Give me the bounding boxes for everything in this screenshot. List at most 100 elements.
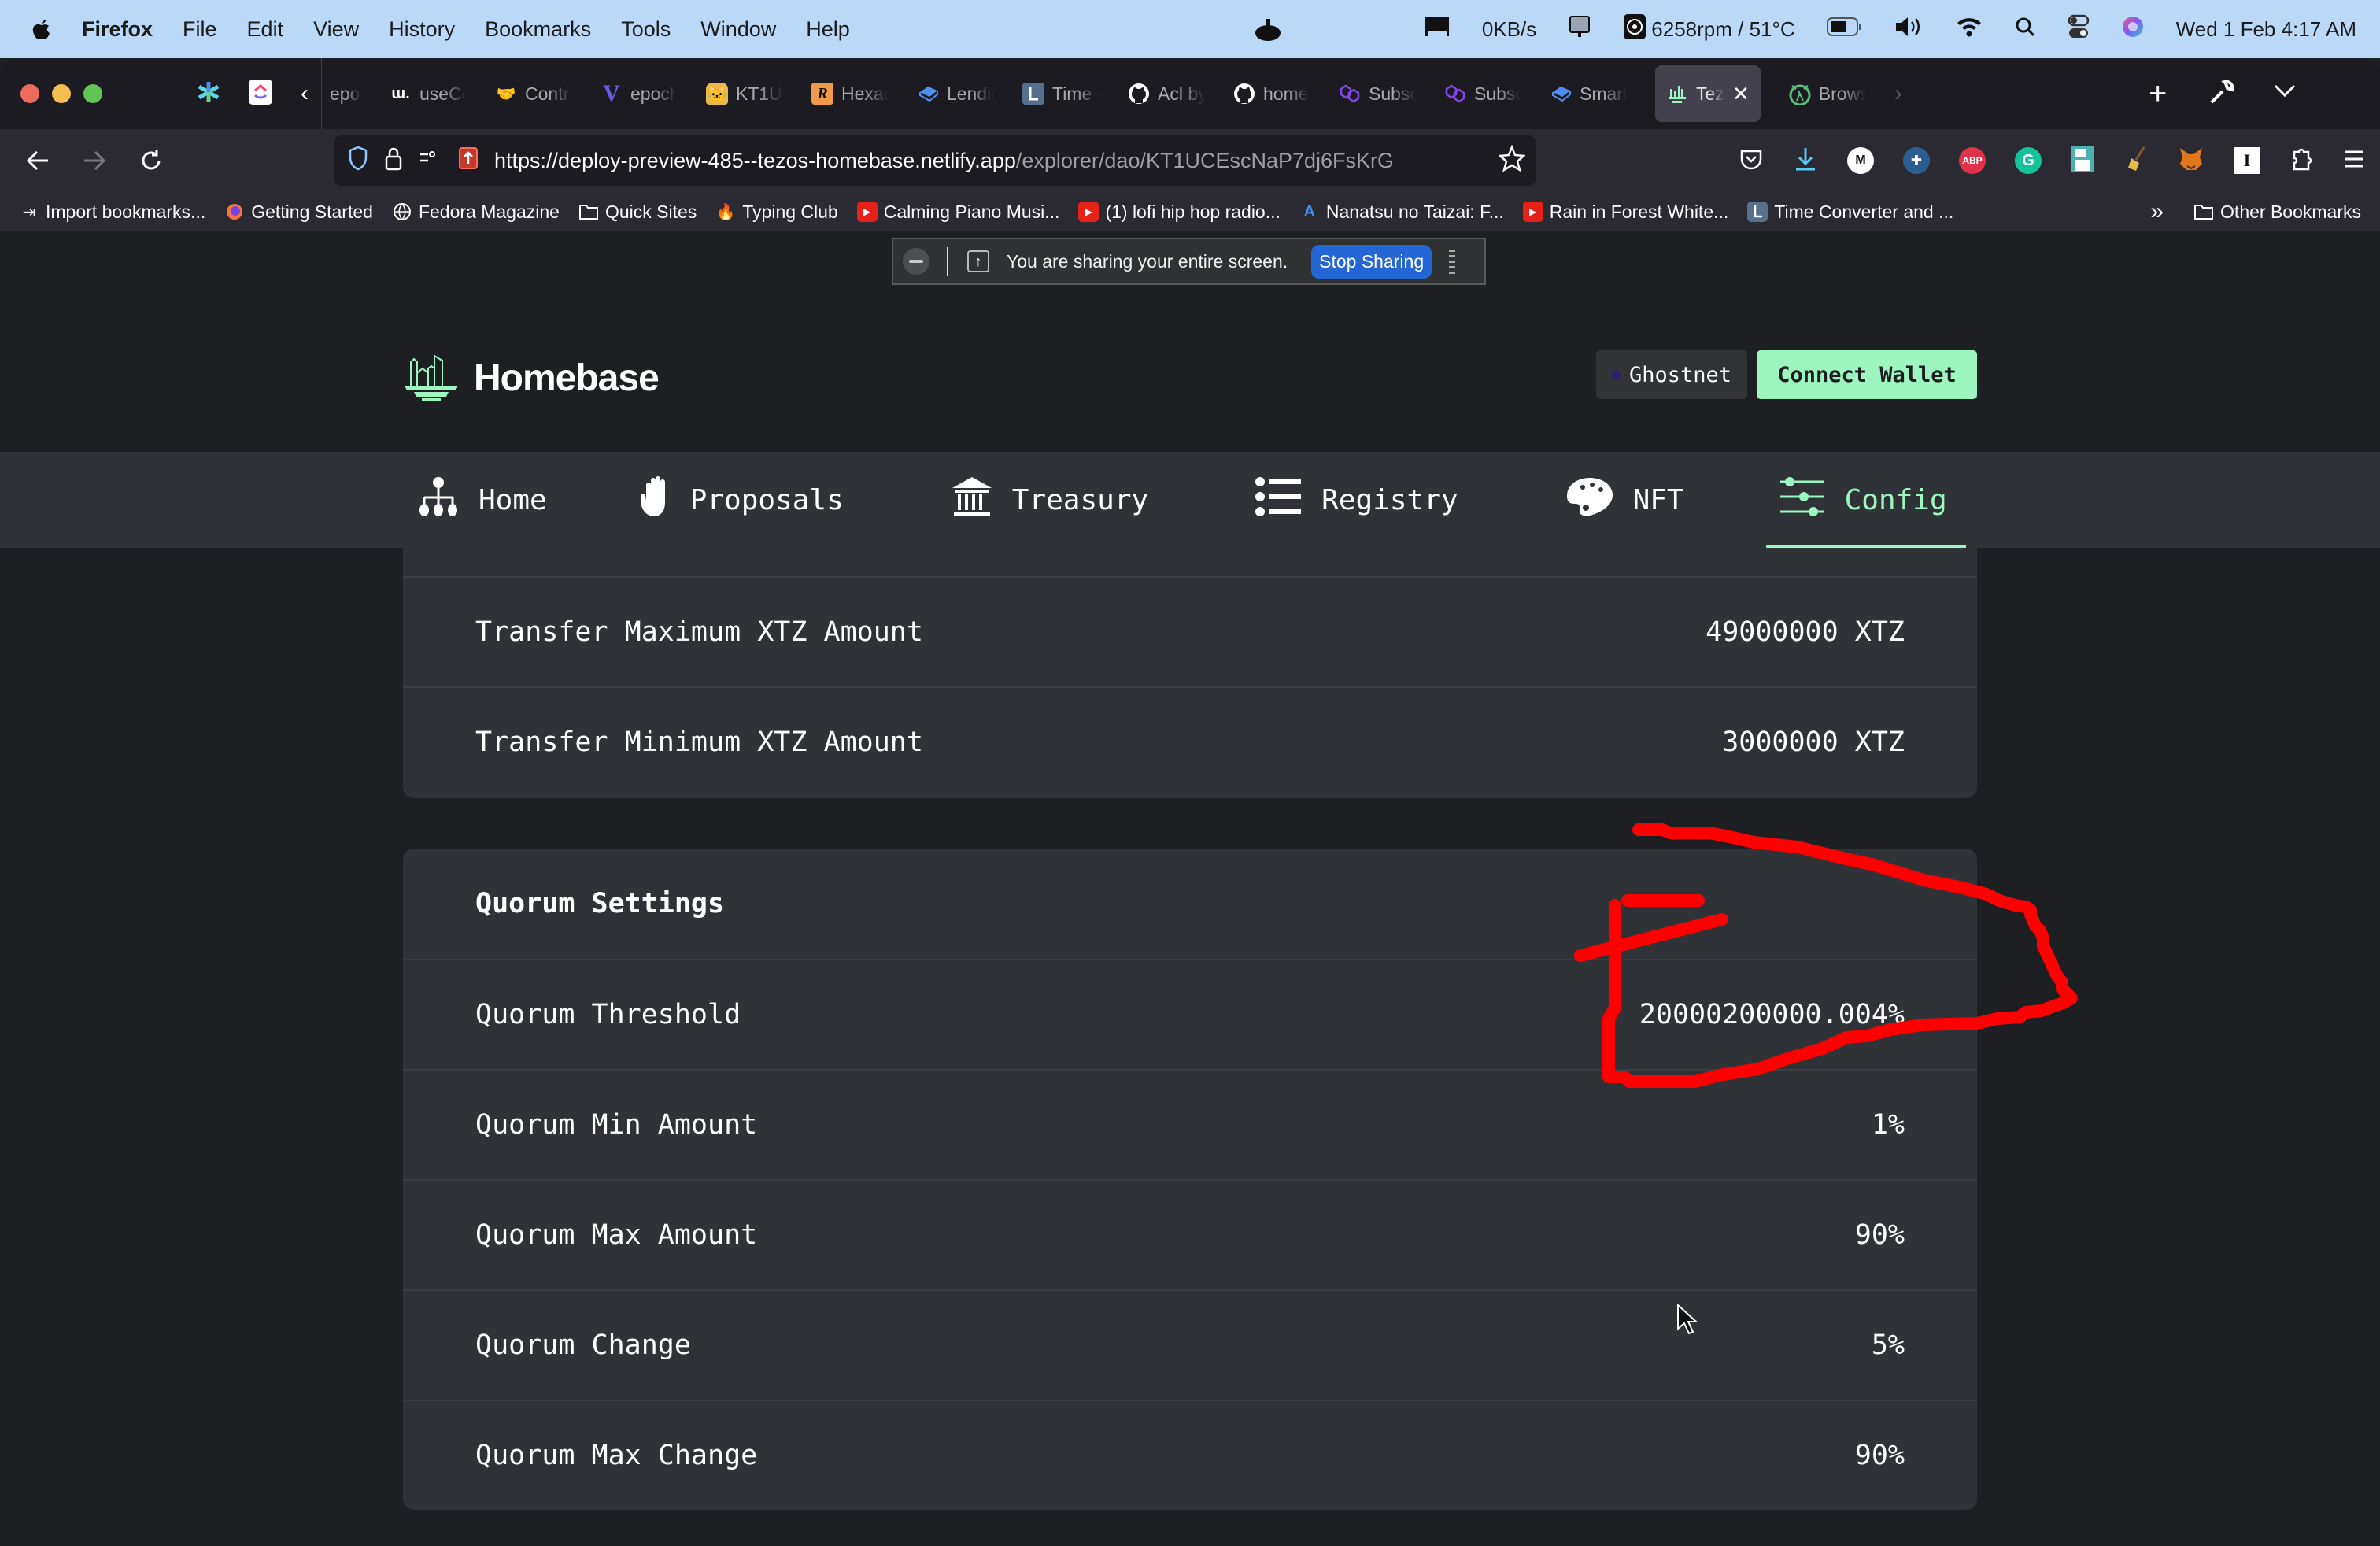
network-name: Ghostnet xyxy=(1628,362,1732,387)
tab-item-active[interactable]: Tez ✕ xyxy=(1655,65,1761,122)
tab-item[interactable]: Subsc xyxy=(1339,83,1416,105)
tracking-protection-shield-icon[interactable] xyxy=(348,146,368,176)
broom-extension-icon[interactable] xyxy=(2123,146,2149,176)
url-text[interactable]: https://deploy-preview-485--tezos-homeba… xyxy=(494,149,1470,173)
tab-item[interactable]: Time C xyxy=(1022,83,1099,105)
nav-home[interactable]: Home xyxy=(417,452,547,548)
connect-wallet-button[interactable]: Connect Wallet xyxy=(1757,350,1977,399)
menu-window[interactable]: Window xyxy=(700,17,776,42)
downloads-icon[interactable] xyxy=(1793,146,1818,176)
tab-item[interactable]: ɯ. useCo xyxy=(390,83,467,105)
save-extension-icon[interactable] xyxy=(2071,146,2094,176)
tab-item[interactable]: epoch xyxy=(330,83,361,105)
close-window-button[interactable] xyxy=(20,84,39,103)
instapaper-icon[interactable]: I xyxy=(2234,147,2260,174)
list-all-tabs-icon[interactable] xyxy=(2273,82,2297,103)
reload-button[interactable] xyxy=(128,137,175,184)
tab-item[interactable]: Brows xyxy=(1789,83,1866,105)
bookmark-item[interactable]: Getting Started xyxy=(224,202,373,223)
nav-treasury[interactable]: Treasury xyxy=(951,452,1148,548)
menu-edit[interactable]: Edit xyxy=(247,17,284,42)
battery-icon[interactable] xyxy=(1826,17,1863,43)
bookmark-item[interactable]: ⇥ Import bookmarks... xyxy=(19,202,206,223)
bookmark-item[interactable]: ▶ Rain in Forest White... xyxy=(1522,202,1728,223)
nav-registry[interactable]: Registry xyxy=(1255,452,1458,548)
more-bookmarks-chevron-icon[interactable]: » xyxy=(2150,198,2164,225)
grammarly-icon[interactable]: G xyxy=(2015,147,2042,174)
network-speed[interactable]: 0KB/s xyxy=(1482,17,1536,42)
nav-proposals[interactable]: Proposals xyxy=(640,452,844,548)
tab-item[interactable]: 🐱 KT1UC xyxy=(706,83,783,105)
drag-handle-icon[interactable] xyxy=(1449,249,1456,274)
menu-bookmarks[interactable]: Bookmarks xyxy=(485,17,591,42)
adblock-plus-icon[interactable]: ABP xyxy=(1959,147,1986,174)
nav-config[interactable]: Config xyxy=(1765,452,1966,548)
bookmark-item[interactable]: Time Converter and ... xyxy=(1747,202,1953,223)
minimize-share-bar-button[interactable] xyxy=(903,248,929,275)
spotlight-search-icon[interactable] xyxy=(2014,16,2036,43)
lock-icon[interactable] xyxy=(384,146,403,176)
m-extension-icon[interactable]: M xyxy=(1847,147,1874,174)
menu-tools[interactable]: Tools xyxy=(621,17,671,42)
bookmark-item[interactable]: Fedora Magazine xyxy=(392,202,560,223)
menu-extra-icon[interactable] xyxy=(1253,16,1283,48)
siri-icon[interactable] xyxy=(2121,15,2145,44)
volume-icon[interactable] xyxy=(1894,15,1924,44)
network-selector[interactable]: Ghostnet xyxy=(1596,350,1747,399)
tab-item[interactable]: Vepoch xyxy=(601,83,678,105)
fan-monitor[interactable]: 6258rpm / 51°C xyxy=(1623,13,1795,46)
menu-history[interactable]: History xyxy=(389,17,455,42)
lambda-icon xyxy=(1789,83,1811,105)
wrench-icon[interactable] xyxy=(2208,79,2235,109)
homebase-logo[interactable]: Homebase xyxy=(403,351,660,405)
other-bookmarks[interactable]: Other Bookmarks xyxy=(2193,202,2361,223)
metamask-icon[interactable] xyxy=(2178,146,2204,176)
back-button[interactable] xyxy=(14,137,61,184)
tab-item[interactable]: R Hexad xyxy=(811,83,889,105)
scroll-tabs-left-icon[interactable]: ‹ xyxy=(301,80,309,107)
apple-menu-icon[interactable] xyxy=(30,15,54,43)
tab-item[interactable]: homeb xyxy=(1233,83,1310,105)
plus-extension-icon[interactable]: ✚ xyxy=(1903,147,1930,174)
setting-label: Transfer Minimum XTZ Amount xyxy=(475,727,923,758)
display-icon[interactable] xyxy=(1568,15,1591,44)
bookmark-item[interactable]: 🔥 Typing Club xyxy=(715,202,838,223)
minimize-window-button[interactable] xyxy=(52,84,71,103)
bookmark-item[interactable]: ▶ (1) lofi hip hop radio... xyxy=(1078,202,1281,223)
bookmark-item[interactable]: Quick Sites xyxy=(578,202,697,223)
nav-nft[interactable]: NFT xyxy=(1565,452,1684,548)
bookmark-item[interactable]: A Nanatsu no Taizai: F... xyxy=(1299,202,1504,223)
zoom-window-button[interactable] xyxy=(83,84,102,103)
wifi-icon[interactable] xyxy=(1956,16,1983,43)
close-tab-icon[interactable]: ✕ xyxy=(1732,82,1750,106)
clock-datetime[interactable]: Wed 1 Feb 4:17 AM xyxy=(2176,17,2356,42)
bookmark-star-icon[interactable] xyxy=(1497,144,1527,177)
pinned-tab-asterisk[interactable] xyxy=(197,80,220,108)
tab-item[interactable]: 🤝 Contra xyxy=(495,83,572,105)
permissions-icon[interactable] xyxy=(419,148,442,174)
screen-share-indicator-icon[interactable] xyxy=(458,146,479,176)
window-controls xyxy=(20,84,102,103)
tab-item[interactable]: Subsc xyxy=(1444,83,1521,105)
folder-icon xyxy=(2193,202,2214,222)
menu-firefox[interactable]: Firefox xyxy=(82,17,153,42)
tab-item[interactable]: Smart xyxy=(1550,83,1627,105)
control-center-icon[interactable] xyxy=(2068,14,2090,45)
stop-sharing-button[interactable]: Stop Sharing xyxy=(1311,244,1432,279)
extensions-puzzle-icon[interactable] xyxy=(2289,146,2313,176)
app-menu-icon[interactable] xyxy=(2342,149,2366,173)
scroll-tabs-right-icon[interactable]: › xyxy=(1894,80,1902,107)
tab-item[interactable]: Lendin xyxy=(917,83,994,105)
youtube-icon: ▶ xyxy=(856,202,878,222)
forward-button[interactable] xyxy=(71,137,118,184)
new-tab-button[interactable]: + xyxy=(2149,76,2167,112)
bed-icon[interactable] xyxy=(1424,16,1451,43)
menu-help[interactable]: Help xyxy=(806,17,850,42)
bookmark-item[interactable]: ▶ Calming Piano Musi... xyxy=(856,202,1059,223)
pinned-tab-clickup[interactable] xyxy=(249,79,272,109)
menu-file[interactable]: File xyxy=(183,17,217,42)
url-bar[interactable]: https://deploy-preview-485--tezos-homeba… xyxy=(334,135,1536,186)
menu-view[interactable]: View xyxy=(313,17,359,42)
tab-item[interactable]: Acl by xyxy=(1128,83,1205,105)
pocket-icon[interactable] xyxy=(1739,146,1764,176)
